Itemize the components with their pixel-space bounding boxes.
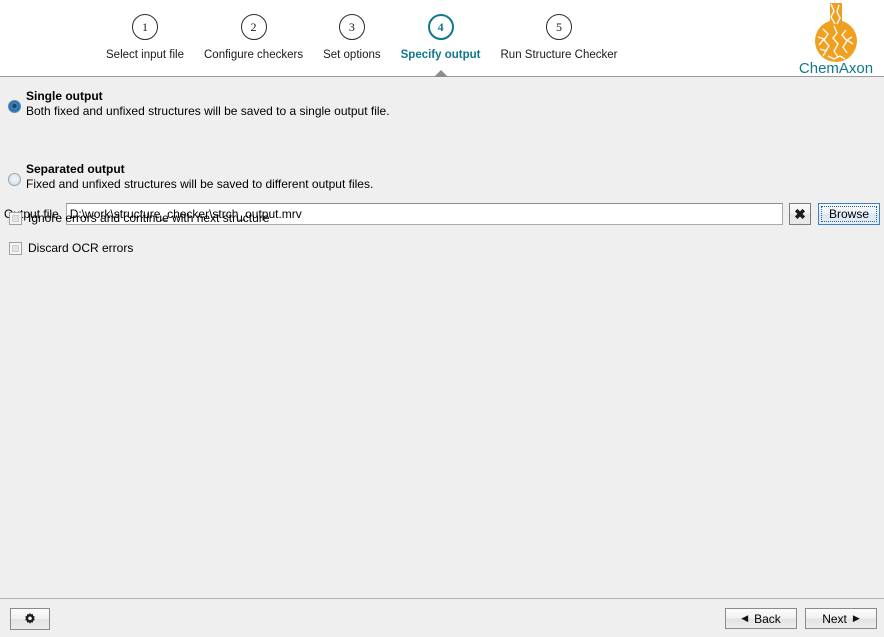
- step-label: Specify output: [401, 49, 481, 61]
- separated-output-description: Fixed and unfixed structures will be sav…: [26, 177, 373, 192]
- browse-button-label: Browse: [829, 207, 869, 221]
- step-number-badge: 5: [546, 14, 572, 40]
- step-number-badge: 2: [241, 14, 267, 40]
- browse-button[interactable]: Browse: [818, 203, 880, 225]
- back-button-label: Back: [754, 612, 781, 626]
- back-button[interactable]: ◀ Back: [725, 608, 797, 629]
- discard-ocr-errors-checkbox[interactable]: [9, 242, 22, 255]
- discard-ocr-errors-checkbox-row[interactable]: Discard OCR errors: [9, 241, 133, 255]
- single-output-description: Both fixed and unfixed structures will b…: [26, 104, 390, 119]
- step-number-badge: 3: [339, 14, 365, 40]
- gear-icon: [23, 612, 37, 626]
- wizard-step-set-options[interactable]: 3 Set options: [313, 0, 391, 61]
- clear-output-file-button[interactable]: ✖: [789, 203, 811, 225]
- separated-output-option[interactable]: Separated output Fixed and unfixed struc…: [8, 162, 373, 192]
- wizard-step-list: 1 Select input file 2 Configure checkers…: [0, 0, 790, 76]
- close-x-icon: ✖: [794, 207, 806, 221]
- settings-button[interactable]: [10, 608, 50, 630]
- separated-output-radio[interactable]: [8, 173, 21, 186]
- step-label: Run Structure Checker: [501, 49, 618, 61]
- single-output-title: Single output: [26, 89, 390, 104]
- step-number-badge: 1: [132, 14, 158, 40]
- ignore-errors-checkbox[interactable]: [9, 212, 22, 225]
- wizard-header: 1 Select input file 2 Configure checkers…: [0, 0, 884, 77]
- wizard-step-run-structure-checker[interactable]: 5 Run Structure Checker: [491, 0, 628, 61]
- step-label: Configure checkers: [204, 49, 303, 61]
- ignore-errors-label: Ignore errors and continue with next str…: [28, 211, 269, 225]
- ignore-errors-checkbox-row[interactable]: Ignore errors and continue with next str…: [9, 211, 269, 225]
- wizard-step-specify-output[interactable]: 4 Specify output: [391, 0, 491, 61]
- next-button-label: Next: [822, 612, 847, 626]
- chemaxon-logo: ChemAxon: [790, 1, 882, 77]
- discard-ocr-errors-label: Discard OCR errors: [28, 241, 133, 255]
- separated-output-title: Separated output: [26, 162, 373, 177]
- content-panel: Single output Both fixed and unfixed str…: [0, 77, 884, 598]
- step-label: Set options: [323, 49, 381, 61]
- next-button[interactable]: Next ▶: [805, 608, 877, 629]
- step-label: Select input file: [106, 49, 184, 61]
- arrow-left-icon: ◀: [741, 614, 748, 623]
- single-output-option[interactable]: Single output Both fixed and unfixed str…: [8, 89, 390, 119]
- single-output-radio[interactable]: [8, 100, 21, 113]
- wizard-step-select-input-file[interactable]: 1 Select input file: [96, 0, 194, 61]
- wizard-step-configure-checkers[interactable]: 2 Configure checkers: [194, 0, 313, 61]
- logo-wordmark: ChemAxon: [799, 60, 873, 77]
- step-number-badge: 4: [428, 14, 454, 40]
- arrow-right-icon: ▶: [853, 614, 860, 623]
